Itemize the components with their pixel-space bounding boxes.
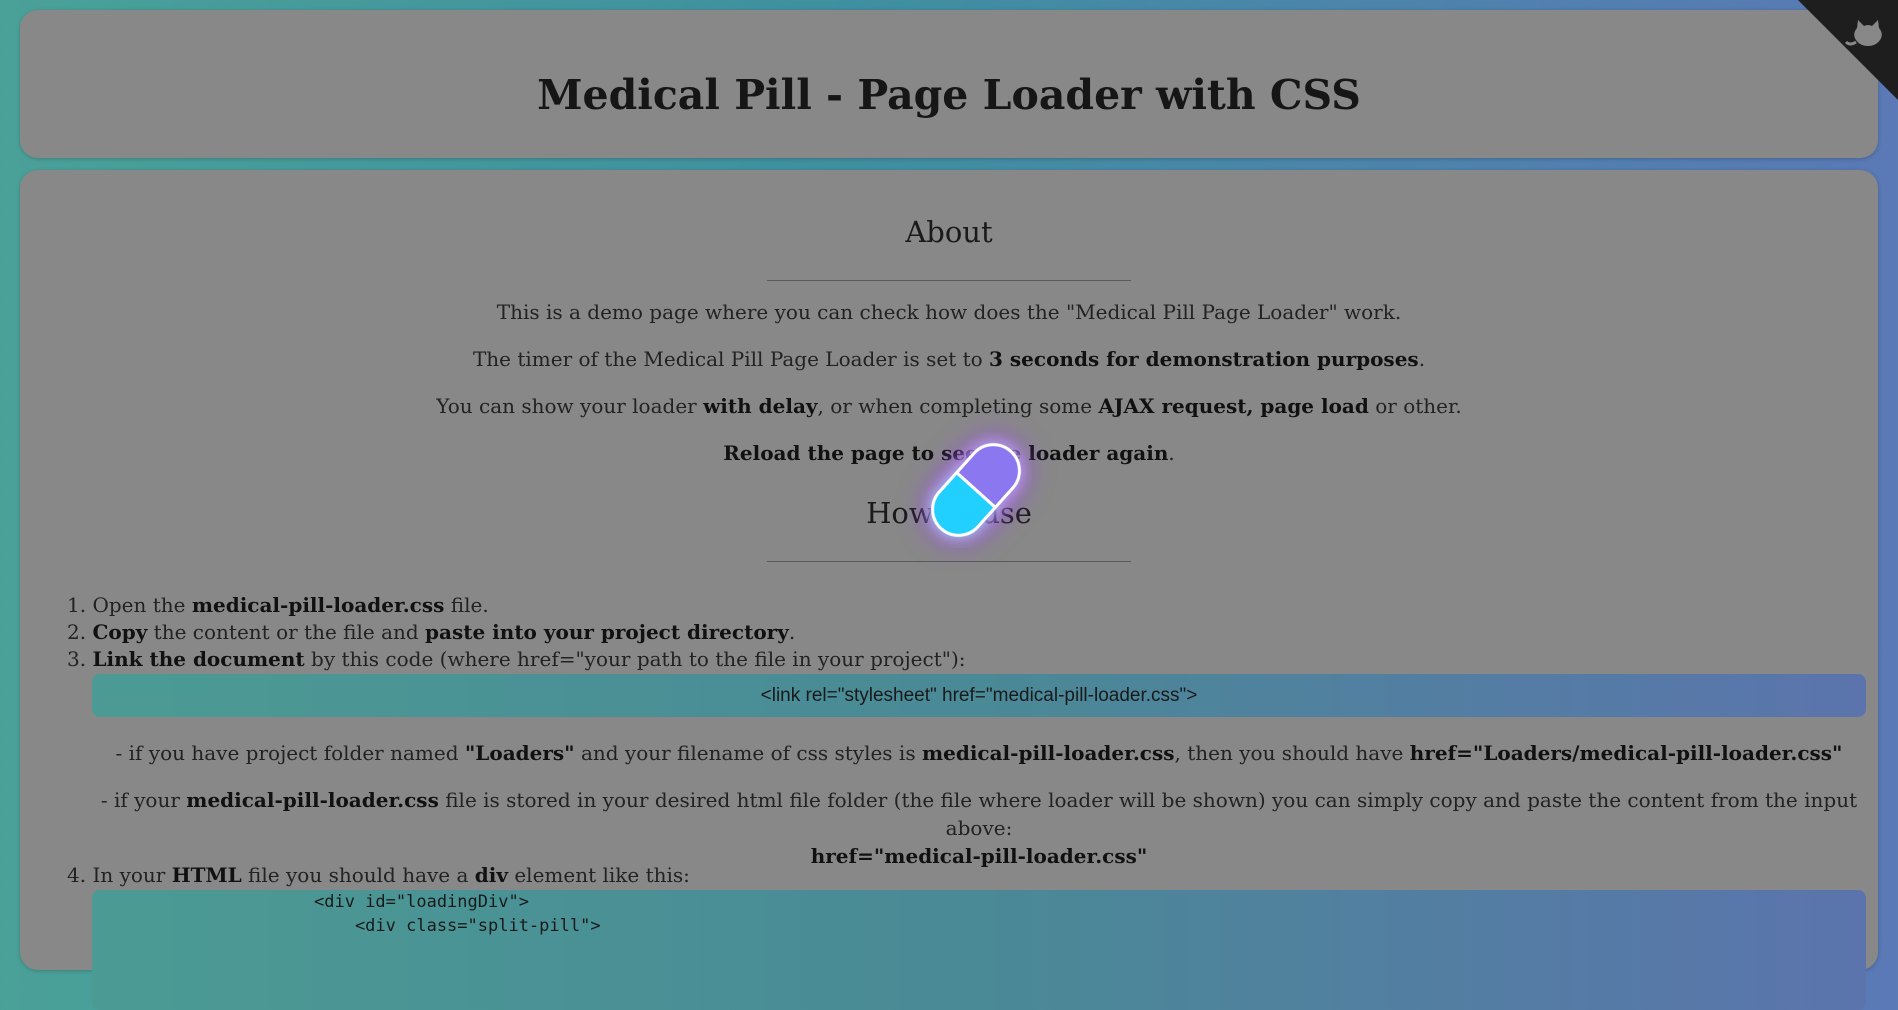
about-line-2: The timer of the Medical Pill Page Loade…: [472, 347, 1426, 371]
code-line-2: <div class="split-pill">: [314, 916, 601, 936]
pill-icon: [931, 443, 1021, 537]
div-code-box[interactable]: <div id="loadingDiv"> <div class="split-…: [92, 890, 1866, 1010]
step-1: 1. Open the medical-pill-loader.css file…: [67, 593, 489, 617]
main-card: About This is a demo page where you can …: [20, 170, 1878, 1010]
link-code-box[interactable]: <link rel="stylesheet" href="medical-pil…: [92, 674, 1866, 717]
medical-pill-loader: [920, 432, 1032, 548]
github-octocat-icon: [1844, 20, 1882, 46]
page-title: Medical Pill - Page Loader with CSS: [537, 71, 1361, 119]
step-3: 3. Link the document by this code (where…: [67, 647, 966, 671]
howto-divider: [767, 561, 1131, 562]
code-line-1: <div id="loadingDiv">: [314, 892, 529, 912]
step-4: 4. In your HTML file you should have a d…: [67, 863, 690, 887]
about-line-1: This is a demo page where you can check …: [496, 300, 1402, 324]
about-line-3: You can show your loader with delay, or …: [436, 394, 1462, 418]
header-card: Medical Pill - Page Loader with CSS: [20, 10, 1878, 158]
note-same-folder: - if your medical-pill-loader.css file i…: [100, 788, 1858, 868]
about-title: About: [905, 215, 993, 249]
about-divider: [767, 280, 1131, 281]
note-loaders-folder: - if you have project folder named "Load…: [115, 741, 1843, 765]
github-corner-link[interactable]: [1798, 0, 1898, 100]
step-2: 2. Copy the content or the file and past…: [67, 620, 796, 644]
